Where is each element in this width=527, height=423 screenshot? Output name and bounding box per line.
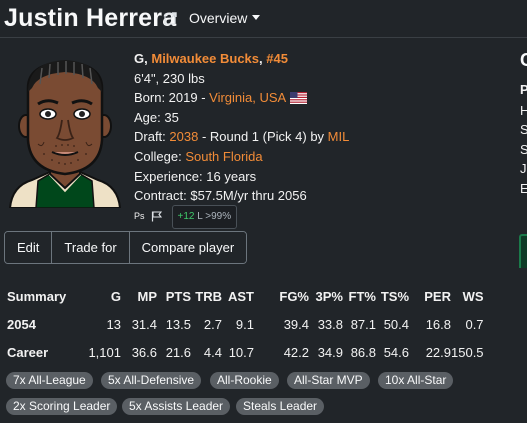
table-cell: 10.7 (228, 344, 254, 360)
col-ts[interactable]: TS% (376, 282, 409, 310)
col-ft[interactable]: FT% (343, 282, 376, 310)
table-cell: 9.1 (235, 316, 254, 332)
table-cell: 42.2 (283, 344, 309, 360)
college-link[interactable]: South Florida (185, 149, 262, 164)
flag-icon[interactable] (151, 211, 162, 222)
birthplace-link[interactable]: Virginia, USA (209, 90, 286, 105)
table-cell: 31.4 (131, 316, 157, 332)
table-cell: 33.8 (317, 316, 343, 332)
table-cell: 87.1 (350, 316, 376, 332)
title-bar: Justin Herrera Overview (0, 0, 527, 38)
stats-summary-table: Summary G MP PTS TRB AST FG% 3P% FT% TS%… (7, 282, 484, 366)
right-panel-line: P (520, 82, 527, 97)
col-mp[interactable]: MP (121, 282, 158, 310)
award-badge: 10x All-Star (378, 372, 454, 389)
col-per[interactable]: PER (409, 282, 451, 310)
table-cell: 86.8 (350, 344, 376, 360)
table-cell: 39.4 (283, 316, 309, 332)
col-fg[interactable]: FG% (254, 282, 309, 310)
draft-detail: - Round 1 (Pick 4) by (198, 129, 328, 145)
award-badge: 5x Assists Leader (122, 398, 231, 415)
right-panel-line: E (520, 181, 527, 196)
view-dropdown[interactable]: Overview (189, 10, 247, 26)
table-cell: 13.5 (165, 316, 191, 332)
us-flag-icon (290, 92, 308, 105)
col-g[interactable]: G (75, 282, 121, 310)
right-panel-line: S (520, 122, 527, 137)
experience: Experience: 16 years (134, 168, 257, 184)
draft-label: Draft: (134, 129, 170, 145)
table-cell: 50.4 (383, 316, 409, 332)
table-cell: 22.9 (425, 344, 451, 360)
award-badge: All-Star MVP (287, 372, 370, 389)
ps-label: Ps (134, 210, 145, 221)
table-cell: 21.6 (165, 344, 191, 360)
right-panel-line: J (520, 161, 527, 176)
award-badge: 7x All-League (6, 372, 93, 389)
ovr-text: L >99% (194, 210, 232, 222)
row-label: 2054 (7, 316, 36, 332)
external-link-icon[interactable] (164, 12, 177, 25)
table-cell: 1,101 (88, 344, 121, 360)
col-3p[interactable]: 3P% (309, 282, 343, 310)
team-link[interactable]: Milwaukee Bucks (151, 51, 259, 66)
ovr-change: +12 (177, 210, 195, 222)
player-name: Justin Herrera (4, 4, 177, 32)
stats-header-row: Summary G MP PTS TRB AST FG% 3P% FT% TS%… (7, 282, 484, 310)
age: Age: 35 (134, 109, 179, 125)
player-actions: Edit Trade for Compare player (4, 231, 248, 264)
jersey-number-link[interactable]: #45 (266, 51, 288, 66)
award-badge: 2x Scoring Leader (6, 398, 118, 415)
table-cell: 36.6 (131, 344, 157, 360)
award-badge: Steals Leader (236, 398, 325, 415)
col-trb[interactable]: TRB (191, 282, 222, 310)
right-panel-green-box (519, 234, 527, 268)
award-badge: 5x All-Defensive (101, 372, 202, 389)
table-cell: 0.7 (465, 316, 484, 332)
col-pts[interactable]: PTS (157, 282, 191, 310)
table-row: Career 1,101 36.6 21.6 4.4 10.7 42.2 34.… (7, 338, 484, 366)
col-ast[interactable]: AST (222, 282, 254, 310)
table-cell: 54.6 (383, 344, 409, 360)
table-cell: 4.4 (203, 344, 222, 360)
height-weight: 6'4", 230 lbs (134, 70, 205, 86)
right-panel-clipped: C P H S S J E (516, 48, 527, 268)
col-summary: Summary (7, 288, 67, 304)
right-panel-line: S (520, 142, 527, 157)
trade-for-button[interactable]: Trade for (51, 232, 129, 263)
table-cell: 16.8 (425, 316, 451, 332)
chevron-down-icon[interactable] (252, 15, 260, 20)
draft-year-link[interactable]: 2038 (169, 129, 198, 144)
contract: Contract: $57.5M/yr thru 2056 (134, 188, 307, 204)
player-avatar (8, 60, 122, 208)
edit-button[interactable]: Edit (5, 232, 52, 263)
table-row: 2054 13 31.4 13.5 2.7 9.1 39.4 33.8 87.1… (7, 310, 484, 338)
table-cell: 34.9 (317, 344, 343, 360)
player-bio: G, Milwaukee Bucks, #45 6'4", 230 lbs Bo… (134, 49, 350, 229)
draft-team-link[interactable]: MIL (328, 129, 350, 144)
ovr-progression-badge: +12 L >99% (171, 204, 238, 229)
row-label: Career (7, 344, 49, 360)
compare-player-button[interactable]: Compare player (128, 232, 247, 263)
table-cell: 13 (106, 316, 121, 332)
right-panel-line: H (520, 103, 527, 118)
right-panel-heading: C (520, 50, 527, 70)
table-cell: 2.7 (203, 316, 222, 332)
table-cell: 150.5 (451, 344, 484, 360)
college-label: College: (134, 148, 186, 164)
col-ws[interactable]: WS (451, 282, 484, 310)
born-label: Born: 2019 - (134, 90, 210, 106)
position: G (134, 51, 145, 66)
award-badge: All-Rookie (210, 372, 279, 389)
